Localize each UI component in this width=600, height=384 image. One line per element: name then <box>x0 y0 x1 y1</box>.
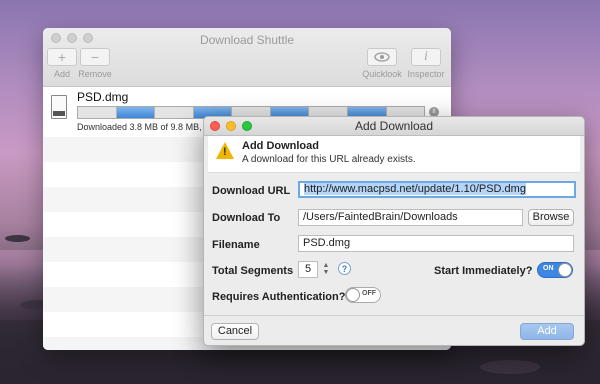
dialog-title: Add Download <box>354 119 434 133</box>
start-immediately-toggle[interactable]: ON <box>537 262 573 278</box>
warning-icon-mark: ! <box>223 146 227 158</box>
progress-segment <box>78 107 117 118</box>
requires-auth-label: Requires Authentication? <box>212 291 346 303</box>
start-immediately-label: Start Immediately? <box>434 265 533 277</box>
filename-label: Filename <box>212 239 260 251</box>
duplicate-alert: ! Add Download A download for this URL a… <box>208 136 580 173</box>
download-url-label: Download URL <box>212 185 291 197</box>
auth-toggle-text: OFF <box>362 290 376 297</box>
inspector-tool-label: Inspector <box>407 69 445 79</box>
alert-title: Add Download <box>242 140 319 152</box>
browse-button[interactable]: Browse <box>528 209 574 226</box>
alert-message: A download for this URL already exists. <box>242 154 416 165</box>
plus-icon[interactable]: + <box>47 48 77 66</box>
filename-field[interactable]: PSD.dmg <box>298 235 574 252</box>
wallpaper-rock <box>5 235 30 242</box>
add-tool-label: Add <box>53 69 70 79</box>
info-icon[interactable]: i <box>411 48 441 66</box>
main-titlebar: Download Shuttle + Add − Remove Quickloo… <box>43 28 451 87</box>
start-toggle-text: ON <box>543 265 554 272</box>
inspector-tool[interactable]: i Inspector <box>405 48 447 79</box>
download-status: Downloaded 3.8 MB of 9.8 MB, <box>77 122 202 132</box>
quicklook-tool[interactable]: Quicklook <box>361 48 403 79</box>
minus-icon[interactable]: − <box>80 48 110 66</box>
progress-segment <box>155 107 194 118</box>
add-tool[interactable]: + Add <box>47 48 77 79</box>
add-button[interactable]: Add <box>520 323 574 340</box>
total-segments-label: Total Segments <box>212 265 294 277</box>
dialog-titlebar: Add Download <box>204 117 584 136</box>
total-segments-field[interactable]: 5 <box>298 261 318 278</box>
remove-tool-label: Remove <box>78 69 112 79</box>
toggle-knob <box>558 263 572 277</box>
window-title: Download Shuttle <box>199 33 295 47</box>
download-to-label: Download To <box>212 212 281 224</box>
remove-tool[interactable]: − Remove <box>77 48 113 79</box>
dmg-file-icon <box>51 95 67 119</box>
download-filename: PSD.dmg <box>77 90 129 104</box>
cancel-button[interactable]: Cancel <box>211 323 259 340</box>
progress-segment <box>116 107 156 118</box>
dialog-divider <box>204 315 584 316</box>
help-icon[interactable]: ? <box>338 262 351 275</box>
download-to-field[interactable]: /Users/FaintedBrain/Downloads <box>298 209 523 226</box>
wallpaper-rock <box>480 360 540 374</box>
download-url-field[interactable]: http://www.macpsd.net/update/1.10/PSD.dm… <box>298 181 576 198</box>
eye-icon[interactable] <box>367 48 397 66</box>
toggle-knob <box>346 288 360 302</box>
quicklook-tool-label: Quicklook <box>362 69 402 79</box>
download-url-value: http://www.macpsd.net/update/1.10/PSD.dm… <box>304 183 526 195</box>
add-download-dialog: Add Download ! Add Download A download f… <box>203 116 585 346</box>
segments-stepper[interactable]: ▲ ▼ <box>321 262 331 278</box>
requires-auth-toggle[interactable]: OFF <box>345 287 381 303</box>
